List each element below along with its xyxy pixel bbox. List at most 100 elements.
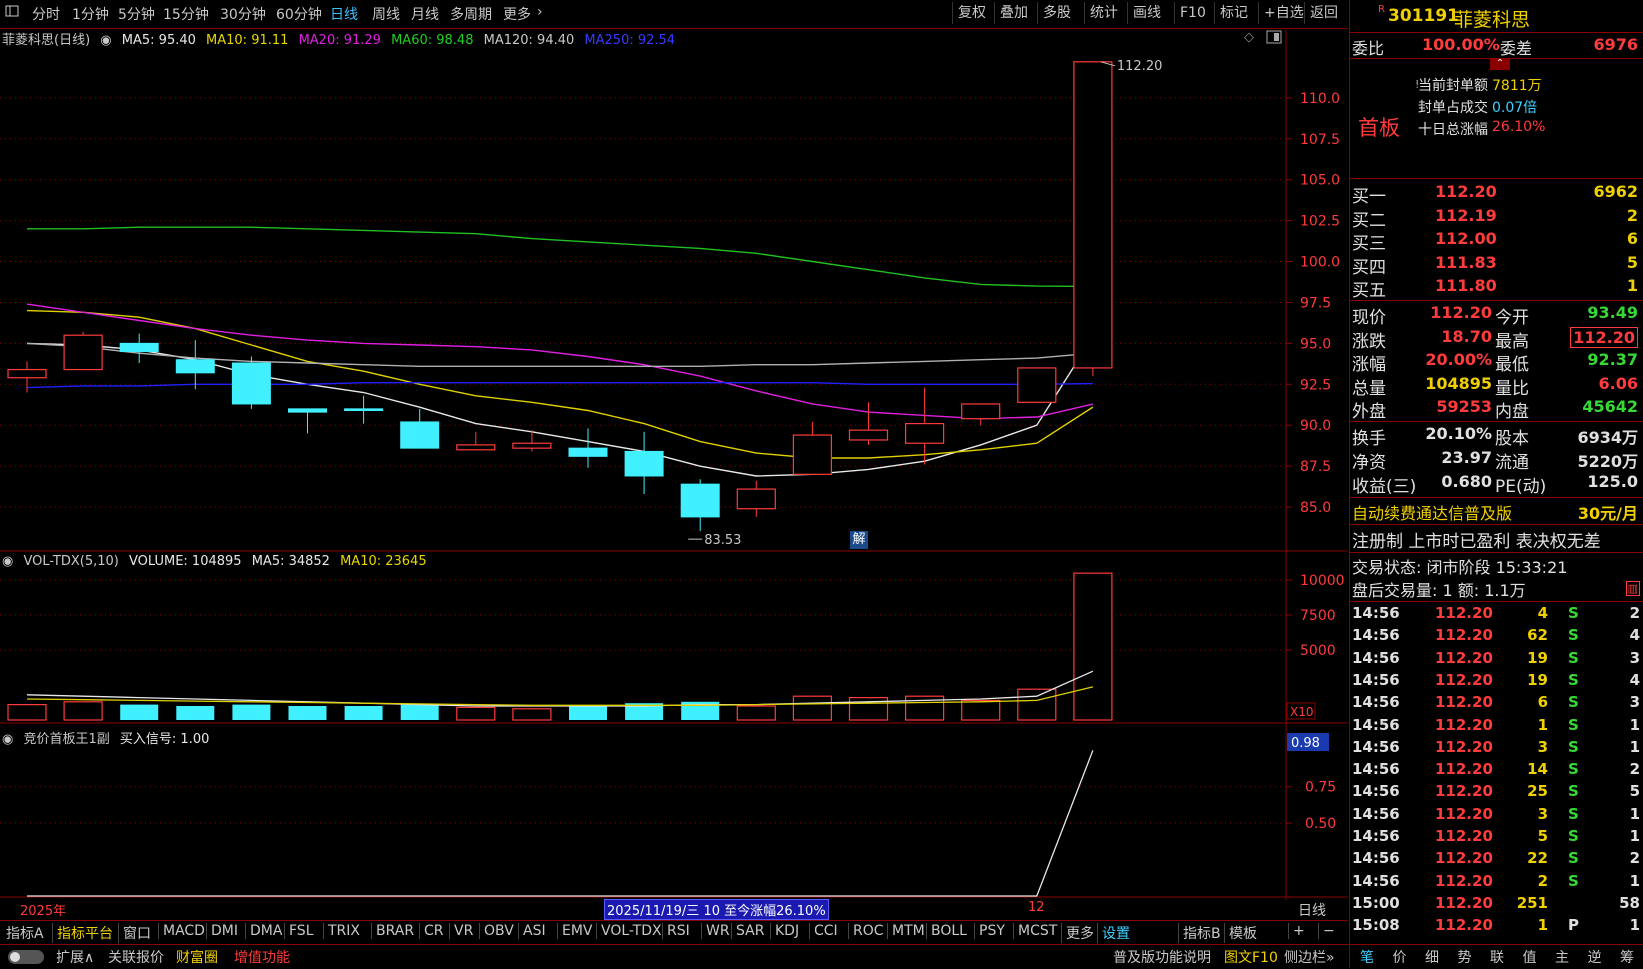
promo-text[interactable]: 自动续费通达信普及版 [1352,500,1512,524]
period-tab-2[interactable]: 5分钟 [118,4,155,24]
tick-row: 14:56 112.20 2 S 1 [1350,870,1643,892]
indicator-tab-1[interactable]: 指标平台 [52,923,113,943]
quote-tab-7[interactable]: 逆 [1588,947,1602,967]
ind-toggle-icon[interactable]: ◉ [2,732,13,747]
period-tab-9[interactable]: 多周期 [450,4,492,24]
tick-price: 112.20 [1435,670,1493,689]
tick-time: 14:56 [1352,604,1400,622]
indicator-tab-11[interactable]: OBV [479,923,514,939]
indicator-tab-25[interactable]: 更多 [1061,923,1094,943]
indicator-tab-8[interactable]: BRAR [371,923,414,939]
indicator-tab-12[interactable]: ASI [518,923,546,939]
promo-price[interactable]: 30元/月 [1578,500,1638,524]
toggle-switch[interactable] [8,950,44,964]
indicator-tab-3[interactable]: MACD [158,923,205,939]
toolbar-btn-2[interactable]: 多股 [1037,2,1076,24]
collapse-icon[interactable]: ⌃ [1490,58,1510,70]
tick-time: 14:56 [1352,760,1400,779]
indicator-tab-14[interactable]: VOL-TDX [596,923,662,939]
indicator-tab-23[interactable]: PSY [974,923,1005,939]
bid-row[interactable]: 买五 111.80 1 [1350,276,1643,301]
indicator-tab-24[interactable]: MCST [1013,923,1057,939]
indicator-tab-10[interactable]: VR [449,923,473,939]
period-tab-1[interactable]: 1分钟 [72,4,109,24]
function-tab-3[interactable]: 增值功能 [234,947,290,967]
indicator-tab-7[interactable]: TRIX [323,923,360,939]
period-label[interactable]: 日线 [1298,900,1326,920]
quote-tab-4[interactable]: 联 [1490,947,1504,967]
expand-icon[interactable]: ▥ [1625,581,1640,596]
indicator-tab-21[interactable]: MTM [887,923,925,939]
toolbar-btn-1[interactable]: 叠加 [994,2,1033,24]
quote-tab-0[interactable]: 笔 [1360,947,1374,967]
indicator-tab-22[interactable]: BOLL [926,923,967,939]
bid-row[interactable]: 买三 112.00 6 [1350,229,1643,254]
function-tab-0[interactable]: 扩展∧ [56,947,94,967]
tick-volume: 22 [1527,849,1548,868]
tick-side: S [1568,849,1579,868]
period-tab-7[interactable]: 周线 [372,4,400,24]
quote-tab-3[interactable]: 势 [1458,947,1472,967]
indicator-tab-9[interactable]: CR [419,923,444,939]
function-link-1[interactable]: 图文F10 [1224,947,1278,967]
kline-chart-svg[interactable]: 85.0 87.5 90.0 92.5 95.0 97.5 100.0 102.5 105.0 1… [0,28,1348,900]
period-tab-4[interactable]: 30分钟 [220,4,266,24]
indicator-tab-16[interactable]: WR [701,923,730,939]
toolbar-btn-4[interactable]: 画线 [1127,2,1166,24]
quote-tab-6[interactable]: 主 [1555,947,1569,967]
period-tab-3[interactable]: 15分钟 [163,4,209,24]
jie-badge[interactable]: 解 [850,531,868,549]
indicator-tab-27[interactable]: 指标B [1178,923,1221,943]
period-tab-8[interactable]: 月线 [411,4,439,24]
vol-toggle-icon[interactable]: ◉ [2,554,13,569]
bid-row[interactable]: 买二 112.19 2 [1350,206,1643,231]
function-tab-2[interactable]: 财富圈 [176,947,218,967]
legend-toggle-icon[interactable]: ◉ [100,33,111,48]
panel-toggle-icon[interactable] [1266,30,1282,48]
indicator-tab-19[interactable]: CCI [809,923,838,939]
indicator-tab-17[interactable]: SAR [731,923,764,939]
period-tab-5[interactable]: 60分钟 [276,4,322,24]
tick-row: 14:56 112.20 19 S 3 [1350,647,1643,669]
toolbar-btn-6[interactable]: 标记 [1214,2,1253,24]
period-tab-10[interactable]: 更多 [503,4,531,24]
toolbar-btn-8[interactable]: 返回 [1304,2,1343,24]
toolbar-btn-5[interactable]: F10 [1174,2,1211,24]
indicator-tab-30[interactable]: − [1318,923,1335,939]
window-menu-icon[interactable] [4,3,20,23]
chart-area[interactable]: 85.0 87.5 90.0 92.5 95.0 97.5 100.0 102.5 105.0 1… [0,28,1348,920]
tick-volume: 25 [1527,782,1548,801]
indicator-tab-15[interactable]: RSI [662,923,690,939]
period-tab-6[interactable]: 日线 [330,4,358,24]
toolbar-btn-3[interactable]: 统计 [1084,2,1123,24]
quote-tab-1[interactable]: 价 [1393,947,1407,967]
promo-row[interactable]: 自动续费通达信普及版 30元/月 [1350,500,1643,524]
quote-tab-5[interactable]: 值 [1523,947,1537,967]
indicator-tab-18[interactable]: KDJ [770,923,799,939]
more-chevron-icon[interactable]: › [537,4,543,20]
bid-label: 买三 [1352,234,1386,254]
indicator-tab-20[interactable]: ROC [848,923,884,939]
indicator-tab-4[interactable]: DMI [206,923,238,939]
function-tab-1[interactable]: 关联报价 [108,947,164,967]
diamond-icon[interactable]: ◇ [1244,30,1254,45]
indicator-tab-2[interactable]: 窗口 [118,923,151,943]
bid-row[interactable]: 买四 111.83 5 [1350,253,1643,278]
indicator-tab-26[interactable]: 设置 [1097,923,1130,943]
function-link-2[interactable]: 侧边栏» [1284,947,1335,967]
info-icon[interactable]: ! [1415,78,1419,91]
bid-row[interactable]: 买一 112.20 6962 [1350,182,1643,207]
indicator-tab-13[interactable]: EMV [557,923,593,939]
indicator-tab-5[interactable]: DMA [245,923,282,939]
period-tab-0[interactable]: 分时 [32,4,60,24]
indicator-tab-6[interactable]: FSL [284,923,314,939]
indicator-tab-28[interactable]: 模板 [1224,923,1257,943]
toolbar-btn-7[interactable]: +自选 [1258,2,1309,24]
indicator-tab-0[interactable]: 指标A [6,923,44,943]
indicator-tab-29[interactable]: + [1288,923,1305,939]
quote-tab-8[interactable]: 筹 [1620,947,1634,967]
function-link-0[interactable]: 普及版功能说明 [1113,947,1211,967]
volume-bar [1017,688,1057,721]
quote-tab-2[interactable]: 细 [1425,947,1439,967]
toolbar-btn-0[interactable]: 复权 [952,2,991,24]
